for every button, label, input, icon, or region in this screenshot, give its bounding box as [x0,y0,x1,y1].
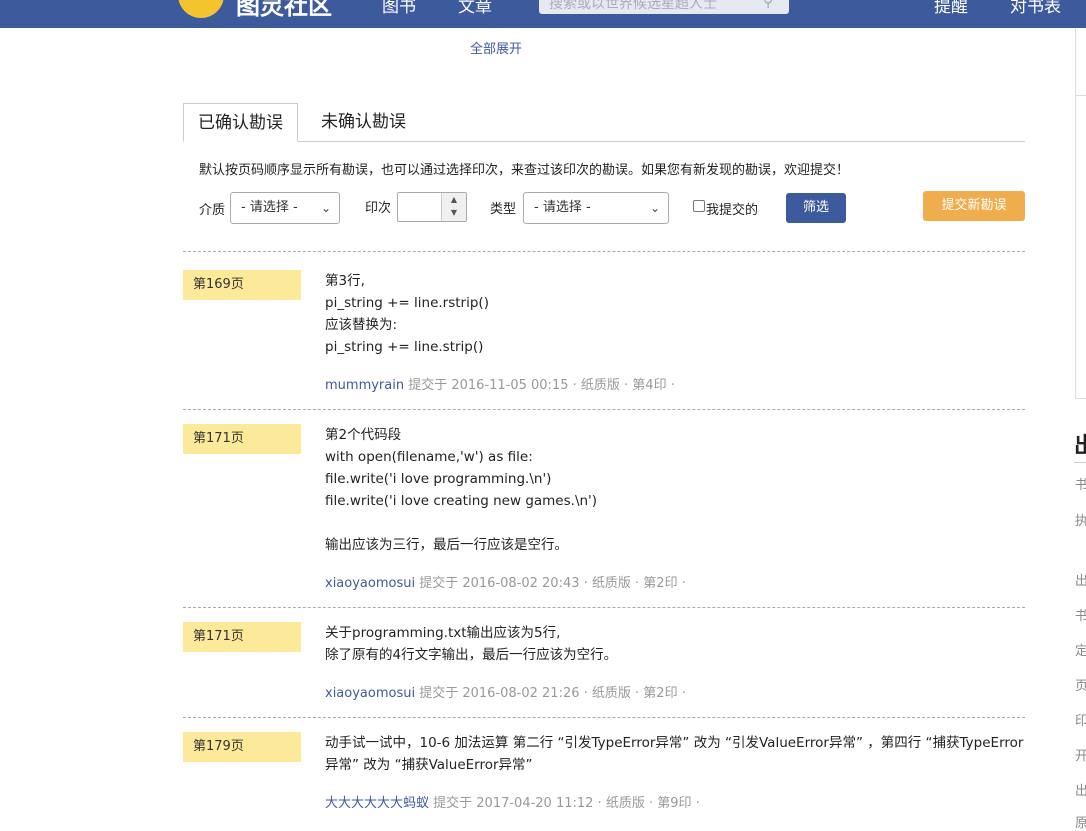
entry-user-link[interactable]: xiaoyaomosui [325,686,415,701]
submit-errata-button[interactable]: 提交新勘误 [923,191,1025,221]
chevron-down-icon: ⌄ [320,201,331,215]
mine-checkbox[interactable] [693,200,705,212]
entry-meta-text: 提交于 2017-04-20 11:12 · 纸质版 · 第9印 · [429,796,700,811]
entry-line: with open(filename,'w') as file: [325,449,533,465]
entry-line [325,512,1025,534]
medium-select-value: - 请选择 - [241,200,298,215]
entry-meta: xiaoyaomosui 提交于 2016-08-02 21:26 · 纸质版 … [325,682,686,701]
sidebar-label: 印 [1075,714,1086,729]
entry-meta: xiaoyaomosui 提交于 2016-08-02 20:43 · 纸质版 … [325,572,686,591]
sidebar-rule [1074,462,1086,463]
entry-line: 应该替换为: [325,317,398,333]
sidebar-label: 出 [1075,784,1086,799]
entry-divider [183,409,1025,410]
sidebar-divider [1075,95,1086,96]
page-tag: 第171页 [183,622,301,652]
entry-line: file.write('i love creating new games.\n… [325,493,598,509]
entry-line: 异常” 改为 “捕获ValueError异常” [325,757,533,773]
entry-user-link[interactable]: xiaoyaomosui [325,576,415,591]
type-label: 类型 [490,202,517,217]
entry-meta: mummyrain 提交于 2016-11-05 00:15 · 纸质版 · 第… [325,374,675,393]
entry-line: pi_string += line.strip() [325,339,484,355]
type-select-value: - 请选择 - [534,200,591,215]
entry-line: 关于programming.txt输出应该为5行, [325,625,561,641]
errata-tabs: 已确认勘误 未确认勘误 [183,103,1025,142]
entry-line: pi_string += line.rstrip() [325,295,489,311]
nav-reminders[interactable]: 提醒 [934,0,968,17]
sidebar-label: 开 [1075,749,1086,764]
entry-meta-text: 提交于 2016-08-02 21:26 · 纸质版 · 第2印 · [415,686,686,701]
entry-meta: 大大大大大大蚂蚁 提交于 2017-04-20 11:12 · 纸质版 · 第9… [325,792,700,811]
sidebar-label: 原 [1075,816,1086,831]
tab-unconfirmed[interactable]: 未确认勘误 [307,103,420,141]
page-tag: 第179页 [183,732,301,762]
intro-text: 默认按页码顺序显示所有勘误，也可以通过选择印次，来查过该印次的勘误。如果您有新发… [199,163,850,178]
search-input[interactable]: 搜索或以世界候选星超人士 [539,0,789,14]
sidebar-label: 出 [1075,574,1086,589]
mine-checkbox-label[interactable]: 我提交的 [706,199,758,218]
sidebar-label: 页 [1075,679,1086,694]
page-tag: 第171页 [183,424,301,454]
sidebar-title: 出 [1074,434,1086,459]
sidebar-label: 书 [1075,609,1086,624]
nav-books[interactable]: 图书 [382,0,416,17]
chevron-down-icon: ⌄ [649,201,660,215]
entry-line: file.write('i love programming.\n') [325,471,552,487]
entry-line: 动手试一试中，10-6 加法运算 第二行 “引发TypeError异常” 改为 … [325,735,1024,751]
entry-content: 关于programming.txt输出应该为5行, 除了原有的4行文字输出，最后… [325,622,1025,666]
sidebar-label: 执 [1075,514,1086,529]
entry-content: 动手试一试中，10-6 加法运算 第二行 “引发TypeError异常” 改为 … [325,732,1025,776]
medium-label: 介质 [199,203,226,218]
page-tag: 第169页 [183,270,301,300]
entry-line: 第2个代码段 [325,427,402,443]
logo-icon[interactable] [178,0,224,18]
filter-button[interactable]: 筛选 [786,193,846,223]
entry-content: 第2个代码段 with open(filename,'w') as file: … [325,424,1025,556]
printing-stepper[interactable]: ▲ ▼ [397,192,467,222]
entry-divider [183,251,1025,252]
sidebar-label: 定 [1075,644,1086,659]
search-icon[interactable]: ⚲ [763,0,773,10]
type-select[interactable]: - 请选择 - ⌄ [523,192,669,224]
sidebar-label: 书 [1075,478,1086,493]
entry-divider [183,717,1025,718]
entry-line: 第3行, [325,273,365,289]
entry-meta-text: 提交于 2016-11-05 00:15 · 纸质版 · 第4印 · [404,378,675,393]
entry-meta-text: 提交于 2016-08-02 20:43 · 纸质版 · 第2印 · [415,576,686,591]
tabs-baseline [183,141,1025,142]
entry-line: 除了原有的4行文字输出，最后一行应该为空行。 [325,647,618,663]
entry-content: 第3行, pi_string += line.rstrip() 应该替换为: p… [325,270,1025,358]
spinner-arrows-icon[interactable]: ▲ ▼ [441,193,466,221]
entry-user-link[interactable]: 大大大大大大蚂蚁 [325,796,429,811]
site-logo-text[interactable]: 图灵社区 [236,0,332,21]
nav-booklist[interactable]: 对书表 [1010,0,1061,17]
entry-divider [183,607,1025,608]
entry-line: 输出应该为三行，最后一行应该是空行。 [325,537,568,553]
top-navigation-bar: 图灵社区 图书 文章 搜索或以世界候选星超人士 ⚲ 提醒 对书表 [0,0,1086,28]
printing-label: 印次 [365,201,392,216]
medium-select[interactable]: - 请选择 - ⌄ [230,192,340,224]
entry-user-link[interactable]: mummyrain [325,378,404,393]
sidebar-panel [1075,28,1086,399]
expand-all-link[interactable]: 全部展开 [470,38,522,57]
nav-articles[interactable]: 文章 [458,0,492,17]
tab-confirmed[interactable]: 已确认勘误 [183,103,298,142]
